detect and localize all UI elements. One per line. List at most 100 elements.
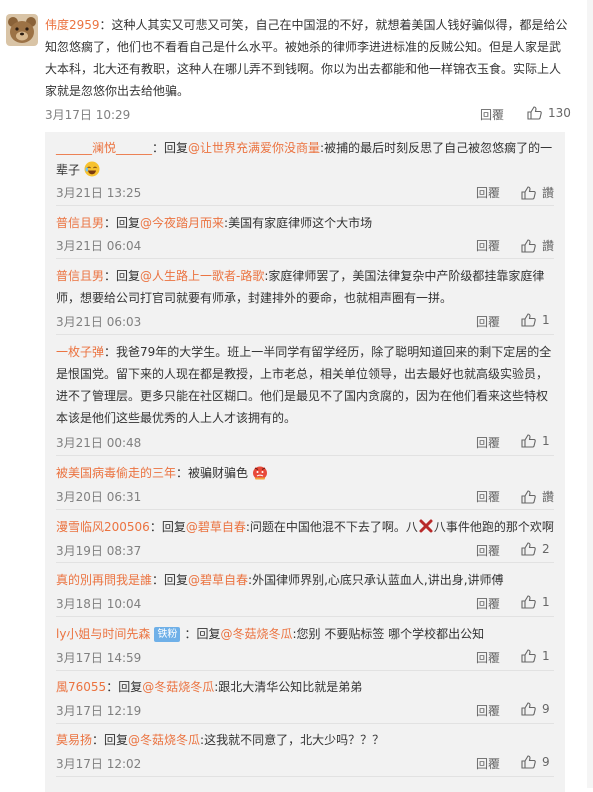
reply-body: :问题在中国他混不下去了啊。八 [245, 520, 418, 534]
like-button[interactable]: 1 [521, 649, 550, 663]
like-count: 2 [542, 542, 550, 556]
like-button[interactable]: 讚 [521, 237, 554, 254]
thumbs-up-icon [521, 702, 536, 716]
reply-username[interactable]: 被美国病毒偷走的三年 [56, 466, 176, 480]
reply-time: 3月21日 06:03 [56, 315, 142, 329]
thumbs-up-icon [521, 238, 536, 253]
thumbs-up-icon [521, 542, 536, 556]
bear-avatar-icon [6, 14, 38, 46]
reply-username[interactable]: 普信且男 [56, 216, 104, 230]
reply-text: 普信且男：回复@人生路上一歌者-路歌:家庭律师罢了，美国法律复杂中产阶级都挂靠家… [56, 265, 556, 309]
reply-meta: 3月18日 10:04 回覆 1 [56, 595, 556, 613]
reply-mention[interactable]: @冬菇烧冬瓜 [220, 627, 292, 641]
reply-body: :这我就不同意了，北大少吗？？？ [200, 733, 385, 747]
reply-meta: 3月17日 12:02 回覆 9 [56, 755, 556, 773]
divider [56, 258, 554, 259]
reply-meta: 3月21日 06:03 回覆 1 [56, 313, 556, 331]
reply-prefix: ：回复 [92, 733, 129, 747]
comment-username[interactable]: 伟度2959 [45, 18, 100, 32]
reply-username[interactable]: 莫易扬 [56, 733, 92, 747]
divider [56, 455, 554, 456]
avatar[interactable] [6, 14, 38, 46]
reply-body: :跟北大清华公知比就是弟弟 [214, 680, 363, 694]
like-count: 讚 [542, 186, 555, 200]
reply-button[interactable]: 回覆 [476, 184, 500, 201]
thumbs-up-icon [521, 649, 536, 663]
reply-body: ：被骗财骗色 [176, 466, 249, 480]
divider [56, 723, 554, 724]
reply-meta: 3月21日 00:48 回覆 1 [56, 434, 556, 452]
reply-mention[interactable]: @让世界充满爱你没商量 [188, 141, 320, 155]
like-button[interactable]: 讚 [521, 184, 554, 201]
reply-username[interactable]: 漫雪临风200506 [56, 520, 150, 534]
like-button[interactable]: 130 [527, 106, 571, 120]
thumbs-up-icon [521, 185, 536, 200]
like-button[interactable]: 1 [521, 595, 550, 609]
reply-prefix: ：回复 [104, 269, 141, 283]
reply-button[interactable]: 回覆 [476, 595, 500, 612]
like-count: 1 [542, 313, 550, 327]
reply-time: 3月18日 10:04 [56, 597, 142, 611]
reply-mention[interactable]: @冬菇烧冬瓜 [142, 680, 214, 694]
reply-mention[interactable]: @碧草自春 [186, 520, 246, 534]
divider [56, 205, 554, 206]
reply-button[interactable]: 回覆 [476, 434, 500, 451]
thumbs-up-icon [521, 755, 536, 769]
comment-text: ：这种人其实又可悲又可笑，自己在中国混的不好，就想着美国人钱好骗似得，都是给公知… [45, 18, 568, 98]
reply-text: 一枚子弹：我爸79年的大学生。班上一半同学有留学经历，除了聪明知道回来的剩下定居… [56, 341, 556, 429]
reply-time: 3月21日 00:48 [56, 436, 142, 450]
reply-prefix: ：回复 [184, 627, 221, 641]
main-comment-meta: 3月17日 10:29 回覆 130 [45, 106, 571, 126]
like-count: 9 [542, 702, 550, 716]
like-count: 讚 [542, 490, 555, 504]
like-button[interactable]: 2 [521, 542, 550, 556]
reply-text: 被美国病毒偷走的三年：被骗财骗色 [56, 462, 556, 484]
divider [56, 334, 554, 335]
reply-text: ______澜悦______：回复@让世界充满爱你没商量:被捕的最后时刻反思了自… [56, 137, 556, 181]
reply-username[interactable]: 風76055 [56, 680, 106, 694]
thumbs-up-icon [521, 595, 536, 609]
reply-time: 3月21日 13:25 [56, 186, 142, 200]
reply-time: 3月17日 12:19 [56, 704, 142, 718]
reply-meta: 3月20日 06:31 回覆 讚 [56, 488, 556, 506]
reply-button[interactable]: 回覆 [476, 313, 500, 330]
reply-prefix: ：回复 [106, 680, 143, 694]
reply-mention[interactable]: @今夜踏月而来 [140, 216, 224, 230]
reply-mention[interactable]: @碧草自春 [188, 573, 248, 587]
scrollbar[interactable] [587, 0, 593, 788]
reply-button[interactable]: 回覆 [476, 755, 500, 772]
like-count: 讚 [542, 239, 555, 253]
reply-text: 莫易扬：回复@冬菇烧冬瓜:这我就不同意了，北大少吗？？？ [56, 729, 556, 751]
thumbs-up-icon [521, 313, 536, 327]
reply-username[interactable]: 一枚子弹 [56, 345, 104, 359]
reply-time: 3月19日 08:37 [56, 544, 142, 558]
reply-button[interactable]: 回覆 [476, 702, 500, 719]
reply-username[interactable]: 普信且男 [56, 269, 104, 283]
fan-badge: 铁粉 [154, 627, 181, 642]
reply-mention[interactable]: @冬菇烧冬瓜 [128, 733, 200, 747]
reply-username[interactable]: 真的別再問我是誰 [56, 573, 152, 587]
reply-username[interactable]: ly小姐与时间先森 [56, 627, 150, 641]
reply-meta: 3月17日 14:59 回覆 1 [56, 649, 556, 667]
like-button[interactable]: 1 [521, 434, 550, 448]
reply-thread: ______澜悦______：回复@让世界充满爱你没商量:被捕的最后时刻反思了自… [45, 132, 565, 792]
like-button[interactable]: 1 [521, 313, 550, 327]
reply-button[interactable]: 回覆 [476, 237, 500, 254]
thumbs-up-icon [521, 434, 536, 448]
reply-button[interactable]: 回覆 [476, 649, 500, 666]
reply-username[interactable]: ______澜悦______ [56, 141, 152, 155]
reply-meta: 3月17日 12:19 回覆 9 [56, 702, 556, 720]
like-button[interactable]: 9 [521, 755, 550, 769]
reply-mention[interactable]: @人生路上一歌者-路歌 [140, 269, 264, 283]
reply-button[interactable]: 回覆 [476, 542, 500, 559]
like-button[interactable]: 9 [521, 702, 550, 716]
like-button[interactable]: 讚 [521, 488, 554, 505]
reply-time: 3月20日 06:31 [56, 490, 142, 504]
reply-button[interactable]: 回覆 [480, 106, 504, 123]
divider [56, 616, 554, 617]
reply-meta: 3月21日 13:25 回覆 讚 [56, 184, 556, 202]
reply-meta: 3月21日 06:04 回覆 讚 [56, 237, 556, 255]
reply-button[interactable]: 回覆 [476, 488, 500, 505]
reply-prefix: ：回复 [152, 573, 189, 587]
cross-mark-icon [419, 519, 433, 533]
